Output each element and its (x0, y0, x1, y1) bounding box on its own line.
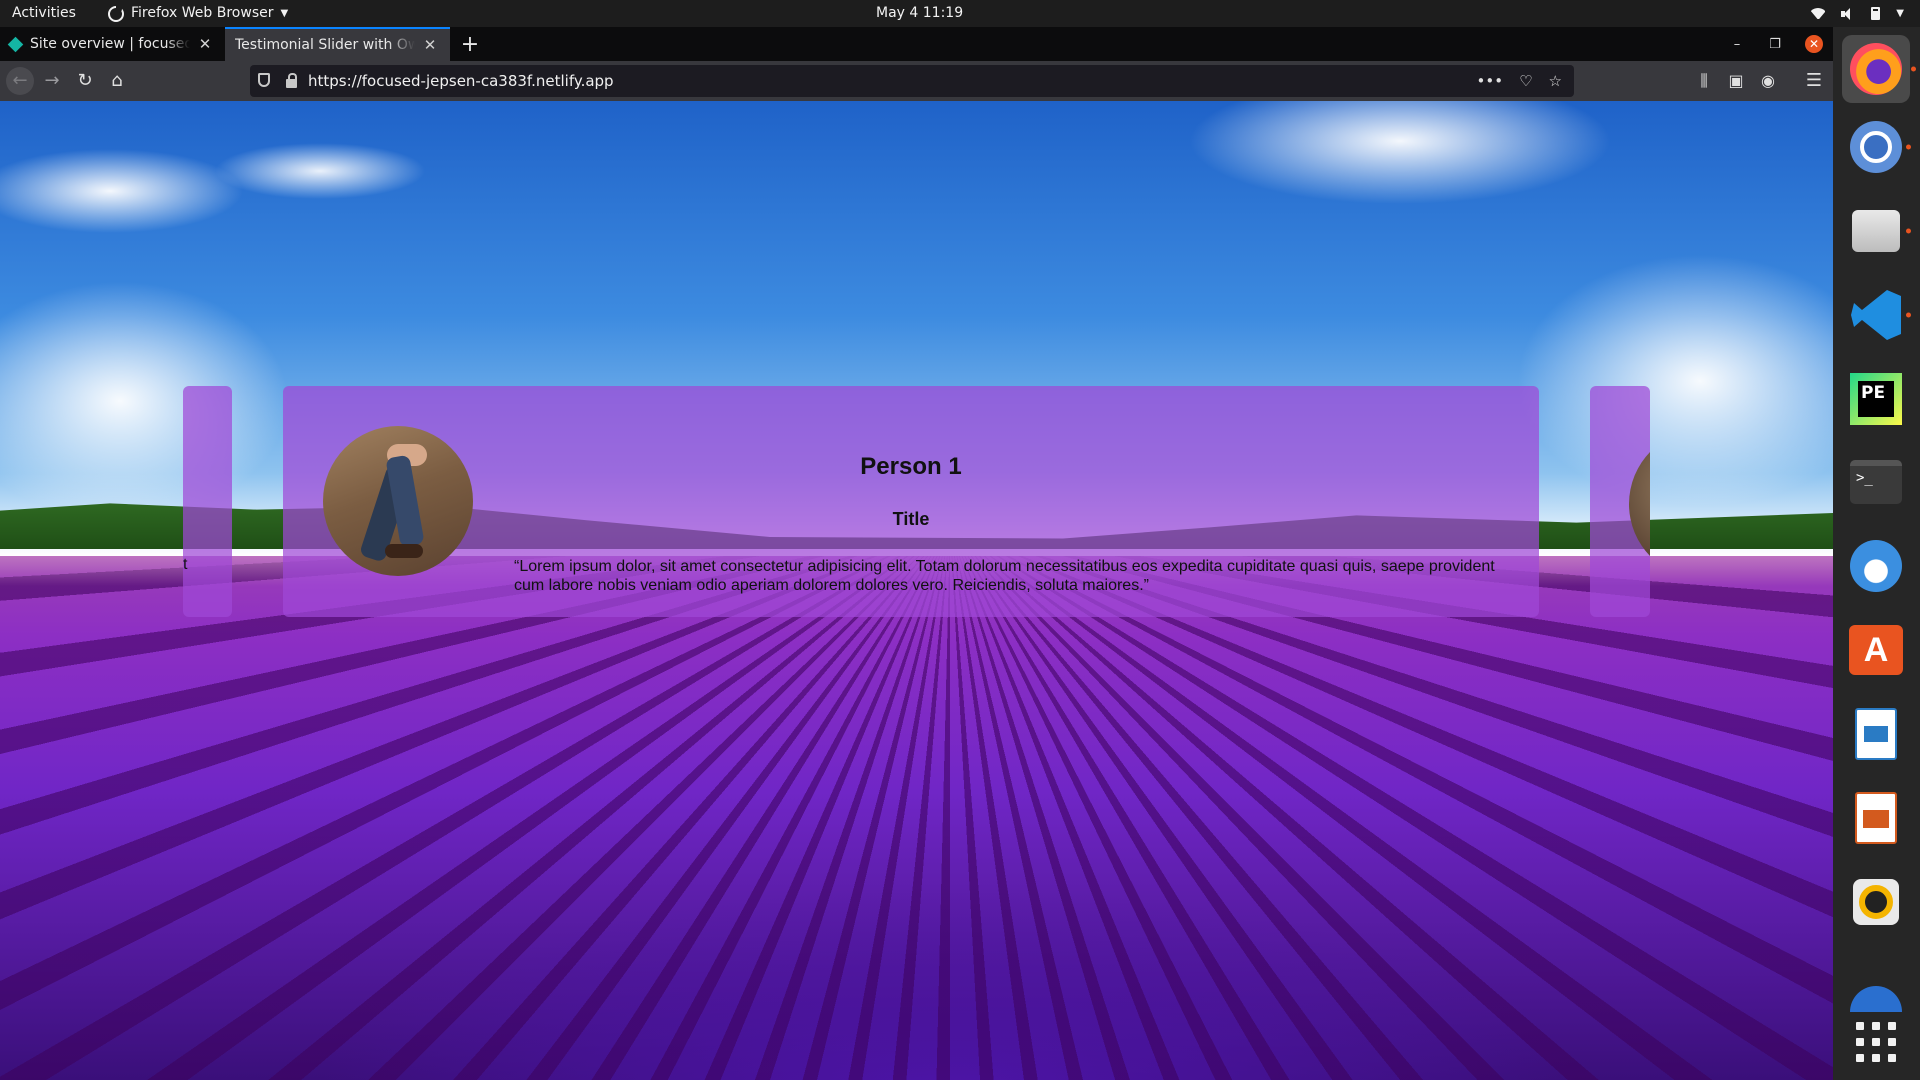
url-bar[interactable]: https://focused-jepsen-ca383f.netlify.ap… (250, 65, 1574, 97)
new-tab-button[interactable]: + (458, 27, 482, 61)
close-tab-icon[interactable]: ✕ (421, 36, 439, 54)
back-button[interactable]: ← (6, 67, 34, 95)
impress-icon (1855, 792, 1897, 844)
dock-files[interactable] (1847, 202, 1911, 260)
gnome-top-bar: Activities Firefox Web Browser ▼ May 4 1… (0, 0, 1920, 27)
testimonial-name: Person 1 (860, 453, 962, 480)
running-indicator (1911, 66, 1916, 72)
background-lavender-field (0, 556, 1833, 1080)
navigation-toolbar: ← → ↻ ⌂ https://focused-jepsen-ca383f.ne… (0, 61, 1833, 101)
testimonial-title: Title (892, 509, 930, 529)
tab-bar: Site overview | focused-jepsen-ca383f ✕ … (0, 27, 1833, 61)
volume-icon (1841, 7, 1855, 20)
dock-vscode[interactable] (1847, 286, 1911, 344)
caret-down-icon: ▼ (1896, 8, 1904, 19)
reload-button[interactable]: ↻ (71, 67, 99, 95)
dock-chromium[interactable] (1847, 118, 1911, 176)
close-tab-icon[interactable]: ✕ (196, 35, 214, 53)
help-icon (1850, 986, 1902, 1012)
running-indicator (1906, 228, 1911, 234)
dock-impress[interactable] (1847, 789, 1905, 847)
netlify-favicon-icon (7, 36, 24, 52)
battery-icon (1871, 7, 1881, 20)
show-apps-icon (1856, 1022, 1896, 1062)
tab-title: Testimonial Slider with Owl Carousel (235, 37, 415, 53)
window-controls: – ❐ ✕ (1729, 27, 1833, 61)
running-indicator (1906, 144, 1911, 150)
terminal-icon: >_ (1850, 460, 1902, 504)
dock-rhythmbox[interactable] (1847, 873, 1905, 931)
activities-button[interactable]: Activities (12, 0, 76, 27)
ubuntu-dock: PE >_ A (1833, 27, 1920, 1080)
app-menu[interactable]: Firefox Web Browser ▼ (108, 0, 288, 27)
chromium-icon (1850, 121, 1902, 173)
restore-icon[interactable]: ❐ (1767, 37, 1783, 52)
dock-pycharm[interactable]: PE (1847, 370, 1905, 428)
next-card-avatar (1629, 429, 1650, 579)
app-menu-label: Firefox Web Browser (131, 5, 274, 21)
minimize-icon[interactable]: – (1729, 37, 1745, 52)
page-actions-icon[interactable]: ••• (1477, 65, 1504, 97)
rhythmbox-icon (1853, 879, 1899, 925)
firefox-small-icon (108, 4, 124, 22)
pycharm-icon: PE (1850, 373, 1902, 425)
home-button[interactable]: ⌂ (103, 67, 131, 95)
caret-down-icon: ▼ (280, 8, 289, 19)
tab-testimonial-slider[interactable]: Testimonial Slider with Owl Carousel ✕ (225, 27, 450, 61)
library-icon[interactable]: ⫼ (1695, 67, 1713, 95)
url-text[interactable]: https://focused-jepsen-ca383f.netlify.ap… (308, 65, 614, 97)
tracking-protection-shield-icon[interactable] (258, 73, 270, 87)
wifi-icon (1811, 8, 1825, 19)
show-applications-button[interactable] (1847, 1013, 1905, 1071)
system-tray[interactable]: ▼ (1811, 0, 1904, 27)
bookmark-star-icon[interactable]: ☆ (1549, 65, 1562, 97)
close-window-icon[interactable]: ✕ (1805, 35, 1823, 53)
files-icon (1852, 210, 1900, 252)
running-indicator (1906, 312, 1911, 318)
forward-button[interactable]: → (38, 67, 66, 95)
firefox-icon (1850, 43, 1902, 95)
vscode-icon (1851, 290, 1901, 340)
dock-thunderbird[interactable] (1847, 537, 1905, 595)
dock-terminal[interactable]: >_ (1847, 453, 1905, 511)
avatar-detail (385, 544, 423, 558)
pocket-icon[interactable]: ♡ (1519, 65, 1532, 97)
previous-card-text: t (183, 556, 188, 573)
software-center-icon: A (1849, 625, 1903, 675)
writer-icon (1855, 708, 1897, 760)
tab-site-overview[interactable]: Site overview | focused-jepsen-ca383f ✕ (0, 27, 225, 61)
sidebar-icon[interactable]: ▣ (1727, 67, 1745, 95)
avatar (323, 426, 473, 576)
dock-firefox[interactable] (1842, 35, 1916, 103)
testimonial-card-active[interactable]: Person 1 Title “Lorem ipsum dolor, sit a… (283, 386, 1539, 617)
testimonial-card-previous[interactable]: t (183, 386, 232, 617)
testimonial-card-next[interactable] (1590, 386, 1650, 617)
lock-icon[interactable] (286, 73, 297, 88)
page-viewport: t Person 1 Title “Lorem ipsum dolor, sit… (0, 101, 1833, 1080)
clock[interactable]: May 4 11:19 (876, 0, 1006, 27)
tab-title: Site overview | focused-jepsen-ca383f (30, 36, 190, 52)
testimonial-quote: “Lorem ipsum dolor, sit amet consectetur… (514, 558, 1495, 594)
toolbar-right: ⫼ ▣ ◉ (1695, 67, 1777, 95)
dock-writer[interactable] (1847, 705, 1905, 763)
account-icon[interactable]: ◉ (1759, 67, 1777, 95)
hamburger-menu-icon[interactable]: ☰ (1800, 67, 1828, 95)
dock-help[interactable] (1847, 957, 1905, 1015)
dock-software-center[interactable]: A (1847, 621, 1905, 679)
url-actions: ••• ♡ ☆ (1477, 65, 1562, 97)
thunderbird-icon (1850, 540, 1902, 592)
